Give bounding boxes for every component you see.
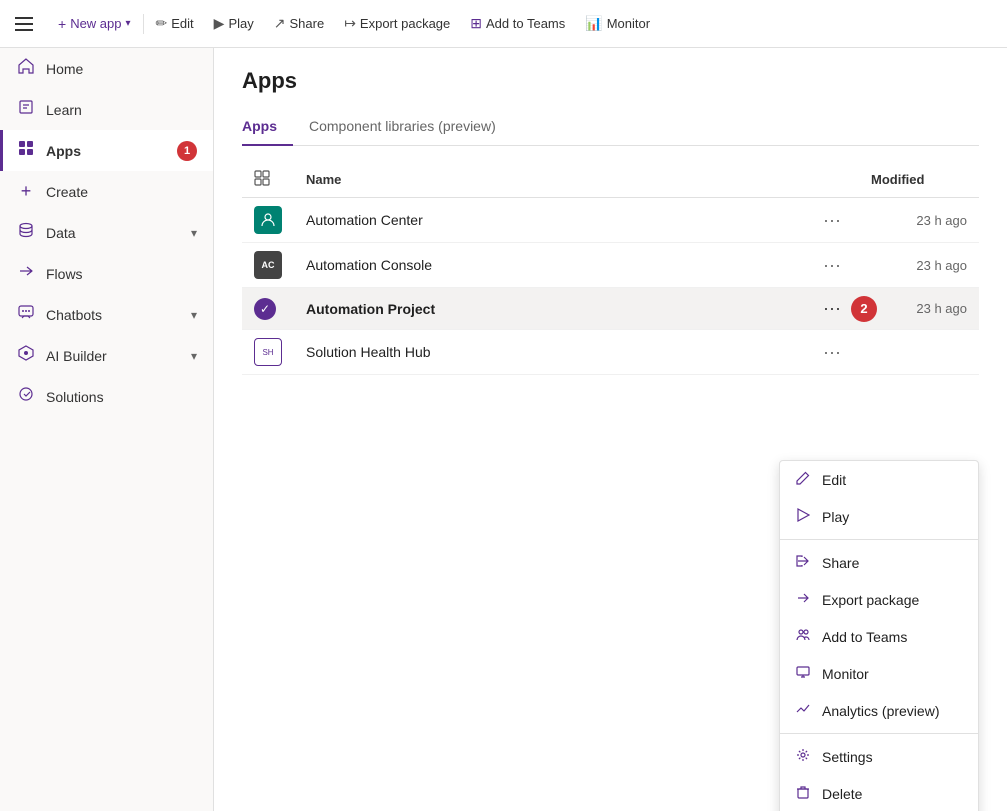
play-icon [796, 508, 812, 525]
export-package-button[interactable]: ↦ Export package [334, 11, 460, 36]
monitor-icon [796, 665, 812, 682]
share-icon [796, 554, 812, 571]
context-menu-delete[interactable]: Delete [780, 775, 978, 811]
app-modified: 23 h ago [859, 243, 979, 288]
app-name: Automation Console [294, 243, 805, 288]
table-row[interactable]: Automation Center ··· 23 h ago [242, 198, 979, 243]
menu-divider [780, 733, 978, 734]
menu-divider [780, 539, 978, 540]
table-row[interactable]: ✓ Automation Project ··· 2 23 h ago [242, 288, 979, 330]
edit-button[interactable]: ✏ Edit [146, 11, 204, 36]
chevron-down-icon: ▾ [126, 18, 131, 29]
context-menu-edit[interactable]: Edit [780, 461, 978, 498]
teams-icon: ⊞ [470, 15, 482, 32]
sidebar-item-flows[interactable]: Flows [0, 253, 213, 294]
delete-icon [796, 785, 812, 802]
table-row[interactable]: SH Solution Health Hub ··· [242, 330, 979, 375]
share-button[interactable]: ↗ Share [264, 11, 334, 36]
sidebar-item-learn[interactable]: Learn [0, 89, 213, 130]
context-menu-play[interactable]: Play [780, 498, 978, 535]
monitor-icon: 📊 [585, 15, 602, 32]
export-package-icon [796, 591, 812, 608]
hamburger-icon[interactable] [8, 8, 40, 40]
app-name: Solution Health Hub [294, 330, 805, 375]
monitor-button[interactable]: 📊 Monitor [575, 11, 660, 36]
learn-icon [16, 99, 36, 120]
toolbar-separator [143, 14, 144, 34]
sidebar-item-solutions[interactable]: Solutions [0, 376, 213, 417]
chatbots-icon [16, 304, 36, 325]
app-name: Automation Center [294, 198, 805, 243]
sidebar-item-apps[interactable]: Apps 1 [0, 130, 213, 171]
home-icon [16, 58, 36, 79]
chevron-down-icon: ▾ [191, 226, 197, 240]
sidebar-item-data[interactable]: Data ▾ [0, 212, 213, 253]
share-icon: ↗ [274, 15, 286, 32]
edit-icon: ✏ [156, 15, 168, 32]
play-icon: ▶ [214, 15, 225, 32]
teams-icon [796, 628, 812, 645]
toolbar: + New app ▾ ✏ Edit ▶ Play ↗ Share ↦ Expo… [0, 0, 1007, 48]
app-modified: 23 h ago [859, 288, 979, 330]
table-header-name: Name [294, 162, 805, 198]
step-badge-2: 2 [851, 296, 877, 322]
tabs-container: Apps Component libraries (preview) [242, 110, 979, 146]
context-menu-share[interactable]: Share [780, 544, 978, 581]
plus-icon: + [58, 16, 66, 32]
app-icon: SH [254, 338, 282, 366]
app-name: Automation Project [294, 288, 805, 330]
context-menu-analytics[interactable]: Analytics (preview) [780, 692, 978, 729]
sidebar: Home Learn Apps 1 [0, 48, 214, 811]
ai-builder-icon [16, 345, 36, 366]
app-modified [859, 330, 979, 375]
app-icon: AC [254, 251, 282, 279]
context-menu: Edit Play [779, 460, 979, 811]
add-to-teams-button[interactable]: ⊞ Add to Teams [460, 11, 575, 36]
apps-icon [16, 140, 36, 161]
row-options-button[interactable]: ··· [817, 340, 847, 365]
tab-component-libraries[interactable]: Component libraries (preview) [293, 110, 512, 146]
flows-icon [16, 263, 36, 284]
tab-apps[interactable]: Apps [242, 110, 293, 146]
table-header-modified: Modified [859, 162, 979, 198]
context-menu-add-to-teams[interactable]: Add to Teams [780, 618, 978, 655]
sidebar-item-chatbots[interactable]: Chatbots ▾ [0, 294, 213, 335]
apps-badge: 1 [177, 141, 197, 161]
table-header-icon [242, 162, 294, 198]
row-options-button[interactable]: ··· [817, 253, 847, 278]
chevron-down-icon: ▾ [191, 308, 197, 322]
content-area: Apps Apps Component libraries (preview) [214, 48, 1007, 811]
analytics-icon [796, 702, 812, 719]
solutions-icon [16, 386, 36, 407]
edit-icon [796, 471, 812, 488]
row-options-button[interactable]: ··· [817, 296, 847, 321]
sidebar-item-home[interactable]: Home [0, 48, 213, 89]
selected-check: ✓ [254, 298, 276, 320]
create-icon: + [16, 181, 36, 202]
table-header-dots [805, 162, 859, 198]
context-menu-export-package[interactable]: Export package [780, 581, 978, 618]
play-button[interactable]: ▶ Play [204, 11, 264, 36]
content-wrapper: Name Modified [242, 162, 979, 791]
table-row[interactable]: AC Automation Console ··· 23 h ago [242, 243, 979, 288]
apps-table: Name Modified [242, 162, 979, 375]
new-app-button[interactable]: + New app ▾ [48, 12, 141, 36]
main-layout: Home Learn Apps 1 [0, 48, 1007, 811]
sidebar-item-ai-builder[interactable]: AI Builder ▾ [0, 335, 213, 376]
data-icon [16, 222, 36, 243]
settings-icon [796, 748, 812, 765]
app-modified: 23 h ago [859, 198, 979, 243]
sidebar-item-create[interactable]: + Create [0, 171, 213, 212]
context-menu-settings[interactable]: Settings [780, 738, 978, 775]
export-icon: ↦ [344, 15, 356, 32]
page-title: Apps [242, 68, 979, 94]
context-menu-monitor[interactable]: Monitor [780, 655, 978, 692]
app-icon [254, 206, 282, 234]
row-options-button[interactable]: ··· [817, 208, 847, 233]
chevron-down-icon: ▾ [191, 349, 197, 363]
